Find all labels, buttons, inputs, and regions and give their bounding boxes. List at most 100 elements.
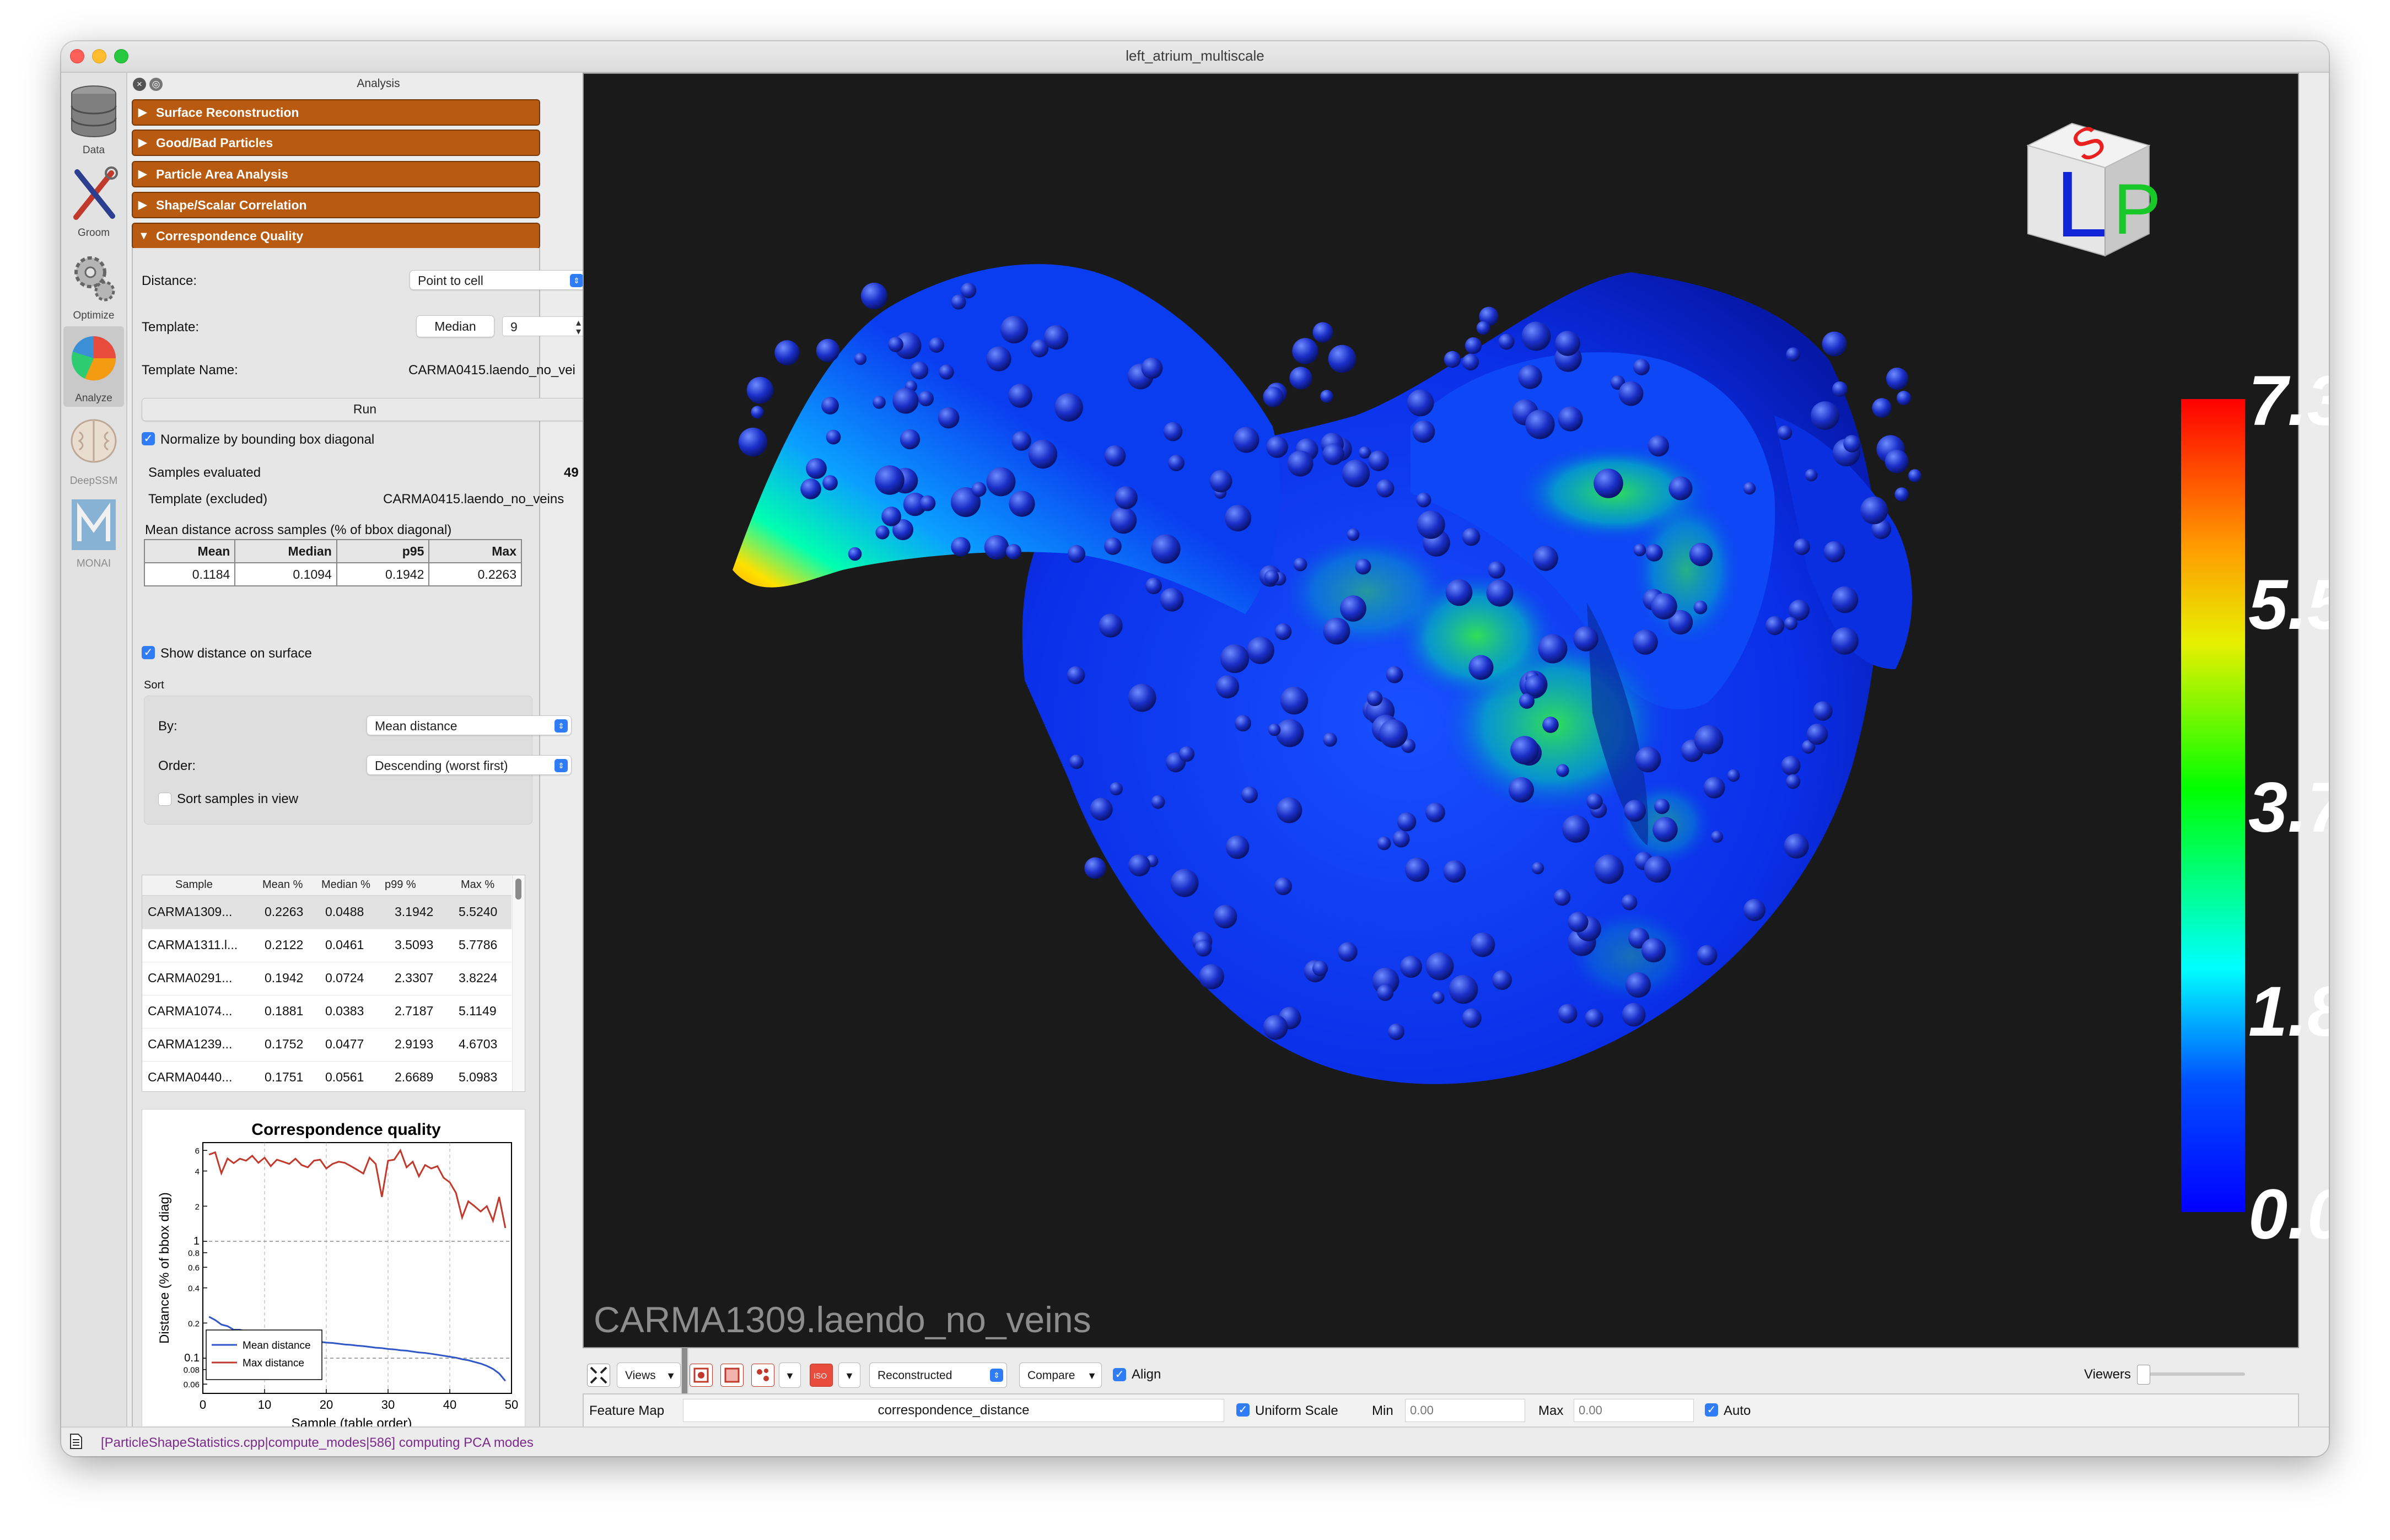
particle-sphere: [1832, 381, 1848, 397]
particle-sphere: [1241, 786, 1258, 804]
table-scroll-thumb[interactable]: [515, 879, 521, 900]
run-button[interactable]: Run: [142, 398, 588, 421]
particle-sphere: [774, 340, 800, 365]
fit-view-icon[interactable]: [587, 1364, 610, 1387]
section-shape-scalar-correlation[interactable]: ▶ Shape/Scalar Correlation: [132, 192, 540, 218]
particle-sphere: [751, 406, 764, 419]
samples-table[interactable]: Sample Mean % Median % p99 % Max % CARMA…: [142, 875, 525, 1092]
y-tick-label: 2: [195, 1202, 200, 1211]
table-cell: 0.0561: [325, 1070, 364, 1084]
display-mode-select[interactable]: Reconstructed ⇕: [869, 1363, 1007, 1388]
max-input[interactable]: [1574, 1399, 1694, 1422]
particle-sphere: [1416, 492, 1431, 508]
spinner-arrows-icon[interactable]: ▴ ▾: [576, 317, 581, 336]
min-input[interactable]: [1405, 1399, 1525, 1422]
table-cell: 3.5093: [395, 938, 434, 952]
surface-toggle-icon[interactable]: [720, 1364, 744, 1387]
table-row[interactable]: CARMA1309... 0.2263 0.0488 3.1942 5.5240: [142, 896, 512, 929]
particle-sphere: [1633, 629, 1658, 655]
column-header-mean[interactable]: Mean %: [262, 879, 303, 891]
title-bar: left_atrium_multiscale: [61, 41, 2329, 73]
iso-options-dropdown[interactable]: ▼: [838, 1363, 860, 1388]
viewers-slider-track[interactable]: [2140, 1372, 2245, 1376]
table-scrollbar[interactable]: [512, 875, 525, 1091]
auto-checkbox[interactable]: ✓: [1705, 1403, 1718, 1417]
particle-sphere: [1558, 1004, 1578, 1024]
template-count-spinbox[interactable]: 9 ▴ ▾: [502, 316, 585, 336]
particle-sphere: [1163, 422, 1183, 441]
section-good-bad-particles[interactable]: ▶ Good/Bad Particles: [132, 130, 540, 156]
legend-label: Max distance: [243, 1358, 304, 1369]
section-particle-area-analysis[interactable]: ▶ Particle Area Analysis: [132, 161, 540, 187]
normalize-checkbox[interactable]: ✓: [142, 432, 155, 445]
particle-sphere: [1553, 889, 1571, 906]
colorbar-label-max: 7.3: [2248, 362, 2329, 440]
table-cell: 0.1752: [265, 1037, 304, 1051]
particle-sphere: [1168, 455, 1185, 471]
particle-sphere: [951, 294, 966, 310]
isosurface-toggle-icon[interactable]: ISO: [810, 1364, 833, 1387]
particle-sphere: [1376, 479, 1395, 498]
particle-toggle-icon[interactable]: [751, 1364, 774, 1387]
feature-map-select[interactable]: correspondence_distance: [683, 1399, 1224, 1422]
particle-sphere: [1178, 746, 1195, 762]
uniform-scale-checkbox[interactable]: ✓: [1236, 1403, 1250, 1417]
particle-sphere: [1151, 795, 1165, 809]
column-header-p99[interactable]: p99 %: [385, 879, 416, 891]
order-select[interactable]: Descending (worst first) ⇕: [367, 755, 572, 775]
show-distance-checkbox[interactable]: ✓: [142, 646, 155, 659]
column-header-sample[interactable]: Sample: [175, 879, 213, 891]
table-cell: CARMA1309...: [148, 904, 233, 919]
x-tick-label: 50: [505, 1398, 518, 1412]
views-dropdown[interactable]: Views ▼: [617, 1363, 681, 1388]
particle-sphere: [1368, 450, 1389, 471]
table-row[interactable]: CARMA0291... 0.1942 0.0724 2.3307 3.8224: [142, 962, 512, 995]
particle-sphere: [1886, 367, 1909, 390]
compare-dropdown[interactable]: Compare ▼: [1019, 1363, 1102, 1388]
table-row[interactable]: CARMA0440... 0.1751 0.0561 2.6689 5.0983: [142, 1061, 512, 1091]
align-checkbox[interactable]: ✓: [1113, 1368, 1126, 1381]
particle-sphere: [1449, 974, 1478, 1004]
3d-viewer[interactable]: L P S 7.3 5.5 3.7 1.8 0.0 CARMA1309.laen…: [583, 73, 2329, 1348]
module-analyze[interactable]: Analyze: [63, 326, 124, 407]
template-mode-button[interactable]: Median: [416, 315, 494, 337]
log-document-icon[interactable]: [68, 1433, 84, 1450]
particle-sphere: [1280, 686, 1309, 715]
distance-select[interactable]: Point to cell ⇕: [410, 270, 587, 290]
particle-sphere: [1558, 406, 1583, 432]
glyph-toggle-icon[interactable]: [690, 1364, 713, 1387]
table-row[interactable]: CARMA1239... 0.1752 0.0477 2.9193 4.6703: [142, 1028, 512, 1062]
particle-options-dropdown[interactable]: ▼: [779, 1363, 801, 1388]
section-correspondence-quality[interactable]: ▼ Correspondence Quality: [132, 223, 540, 249]
orientation-cube[interactable]: L P S: [2011, 107, 2177, 272]
sort-in-view-checkbox[interactable]: [158, 793, 171, 806]
sort-by-select[interactable]: Mean distance ⇕: [367, 715, 572, 735]
x-tick-label: 20: [320, 1398, 333, 1412]
particle-sphere: [1104, 537, 1122, 555]
table-row[interactable]: CARMA1074... 0.1881 0.0383 2.7187 5.1149: [142, 995, 512, 1029]
module-monai[interactable]: MONAI: [63, 492, 124, 572]
particle-sphere: [1697, 945, 1718, 966]
module-data[interactable]: Data: [63, 78, 124, 159]
viewers-slider-handle[interactable]: [2137, 1365, 2150, 1385]
particle-sphere: [918, 390, 934, 407]
feature-map-bar: Feature Map correspondence_distance ✓ Un…: [583, 1393, 2299, 1430]
particle-sphere: [1785, 774, 1801, 789]
module-deepssm[interactable]: DeepSSM: [63, 409, 124, 489]
select-arrows-icon: ⇕: [555, 719, 568, 733]
summary-value: 0.2263: [428, 562, 522, 586]
module-optimize[interactable]: Optimize: [63, 244, 124, 324]
module-groom[interactable]: Groom: [63, 161, 124, 241]
column-header-median[interactable]: Median %: [321, 879, 370, 891]
order-label: Order:: [158, 758, 196, 773]
section-surface-reconstruction[interactable]: ▶ Surface Reconstruction: [132, 99, 540, 126]
column-header-max[interactable]: Max %: [461, 879, 494, 891]
table-row[interactable]: CARMA1311.l... 0.2122 0.0461 3.5093 5.7786: [142, 929, 512, 962]
uniform-scale-label: Uniform Scale: [1255, 1403, 1338, 1418]
section-title: Shape/Scalar Correlation: [156, 198, 307, 212]
particle-sphere: [1651, 593, 1677, 620]
particle-sphere: [1811, 401, 1839, 430]
legend-box: [206, 1329, 322, 1380]
samples-table-header: Sample Mean % Median % p99 % Max %: [142, 875, 512, 896]
y-tick-label: 6: [195, 1146, 200, 1156]
